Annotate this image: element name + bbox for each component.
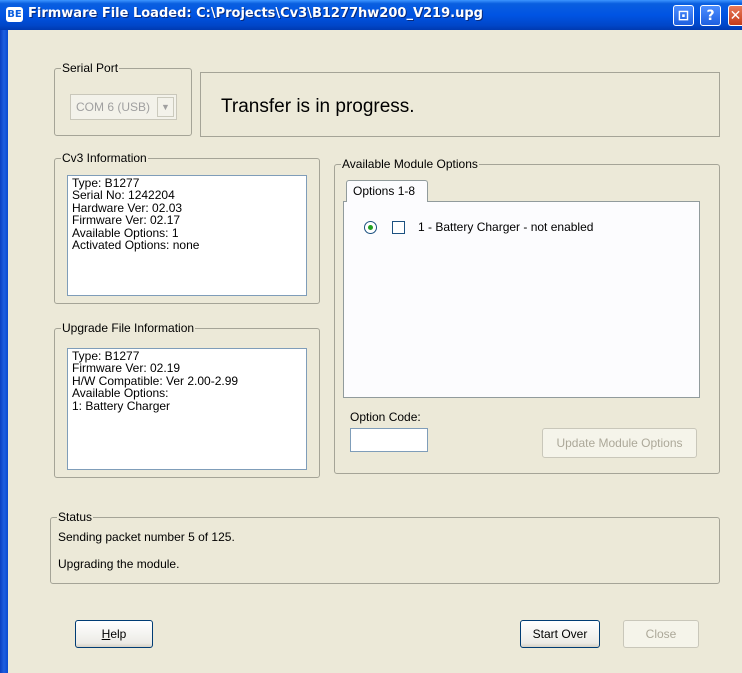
firmware-dialog: BE Firmware File Loaded: C:\Projects\Cv3… — [0, 0, 742, 673]
window-left-border — [0, 30, 8, 673]
list-item: Firmware Ver: 02.17 — [72, 213, 181, 228]
list-item: Firmware Ver: 02.19 — [72, 361, 181, 376]
start-over-button[interactable]: Start Over — [520, 620, 600, 648]
option-1-radio[interactable] — [364, 221, 377, 234]
transfer-status-panel: Transfer is in progress. — [200, 72, 720, 137]
transfer-message: Transfer is in progress. — [221, 96, 415, 117]
chevron-down-icon[interactable]: ▼ — [157, 97, 174, 117]
serial-port-legend: Serial Port — [61, 61, 120, 75]
cv3-info-listbox[interactable]: Type: B1277 Serial No: 1242204 Hardware … — [67, 175, 307, 296]
help-label: Help — [76, 621, 152, 647]
upgrade-info-listbox[interactable]: Type: B1277 Firmware Ver: 02.19 H/W Comp… — [67, 348, 307, 470]
update-module-options-button[interactable]: Update Module Options — [542, 428, 697, 458]
status-group: Status — [50, 510, 720, 584]
title-bar[interactable]: BE Firmware File Loaded: C:\Projects\Cv3… — [0, 0, 742, 30]
start-over-label: Start Over — [532, 627, 588, 641]
tab-options-label: Options 1-8 — [353, 184, 416, 198]
status-line-2: Upgrading the module. — [58, 557, 180, 571]
list-item: Available Options: — [72, 386, 169, 401]
window-title: Firmware File Loaded: C:\Projects\Cv3\B1… — [28, 6, 483, 21]
restore-button[interactable]: ⊡ — [673, 5, 694, 26]
app-icon: BE — [6, 7, 23, 22]
list-item: Activated Options: none — [72, 238, 200, 253]
close-label: Close — [645, 627, 677, 641]
upgrade-info-legend: Upgrade File Information — [61, 321, 196, 335]
option-code-label: Option Code: — [350, 410, 421, 424]
status-line-1: Sending packet number 5 of 125. — [58, 530, 235, 544]
close-button[interactable]: Close — [623, 620, 699, 648]
status-legend: Status — [57, 510, 94, 524]
module-options-legend: Available Module Options — [341, 157, 479, 171]
serial-port-select[interactable]: COM 6 (USB) ▼ — [70, 94, 177, 120]
help-button[interactable]: Help — [75, 620, 153, 648]
help-label-rest: elp — [110, 627, 127, 641]
serial-port-value: COM 6 (USB) — [76, 100, 151, 114]
update-module-options-label: Update Module Options — [556, 436, 683, 450]
tab-options-1-8[interactable]: Options 1-8 — [346, 180, 428, 202]
list-item: Serial No: 1242204 — [72, 188, 175, 203]
cv3-info-legend: Cv3 Information — [61, 151, 148, 165]
help-title-button[interactable]: ? — [700, 5, 721, 26]
radio-dot-icon — [368, 225, 373, 230]
option-1-label: 1 - Battery Charger - not enabled — [418, 220, 594, 234]
option-code-input[interactable] — [350, 428, 428, 452]
list-item: 1: Battery Charger — [72, 398, 171, 413]
options-tab-panel: 1 - Battery Charger - not enabled — [343, 201, 700, 398]
option-1-checkbox[interactable] — [392, 221, 405, 234]
close-window-button[interactable]: ✕ — [728, 5, 742, 26]
